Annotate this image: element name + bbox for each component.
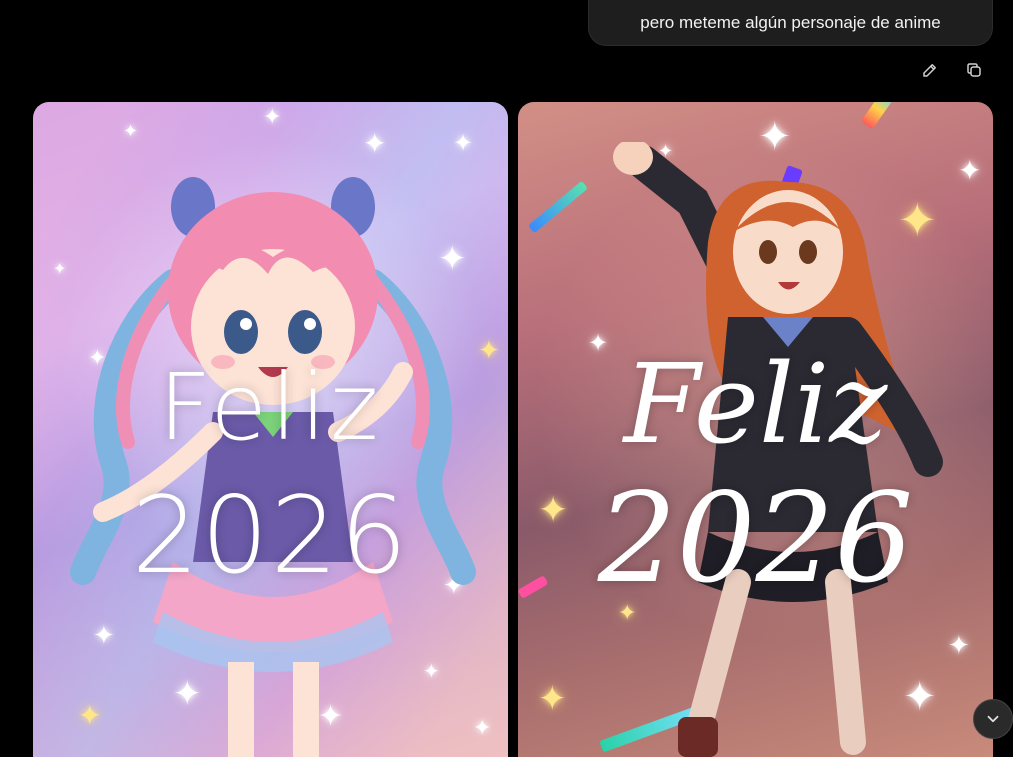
chevron-down-icon [987,715,999,723]
sparkle: ✦ [263,104,282,129]
message-actions [918,58,986,82]
sparkle: ✦ [123,121,139,141]
confetti-ribbon [860,102,896,130]
greeting-year-text: 2026 [131,474,410,597]
greeting-feliz-text: Feliz [158,354,383,461]
user-message-text: pero meteme algún personaje de anime [640,12,941,32]
user-message-bubble: pero meteme algún personaje de anime [588,0,993,46]
scroll-to-bottom-button[interactable] [973,699,1013,739]
generated-image-schoolgirl-celebration[interactable]: ✦ ✦ ✦ ✦ ✦ ✦ ✦ ✦ ✦ ✦ Feliz 2026 [518,102,993,757]
sparkle: ✦ [538,680,567,718]
edit-message-button[interactable] [918,58,942,82]
copy-icon [967,63,981,77]
copy-message-button[interactable] [962,58,986,82]
generated-image-pastel-anime-girl[interactable]: ✦ ✦ ✦ ✦ ✦ ✦ ✦ ✦ ✦ ✦ ✦ ✦ ✦ ✦ ✦ ✦ Feliz [33,102,508,757]
pencil-icon [923,64,936,77]
confetti-ribbon [527,180,589,234]
greeting-feliz-text: Feliz [623,340,888,468]
greeting-year-text: 2026 [597,467,914,611]
sparkle: ✦ [453,130,474,157]
sparkle: ✦ [363,128,387,159]
